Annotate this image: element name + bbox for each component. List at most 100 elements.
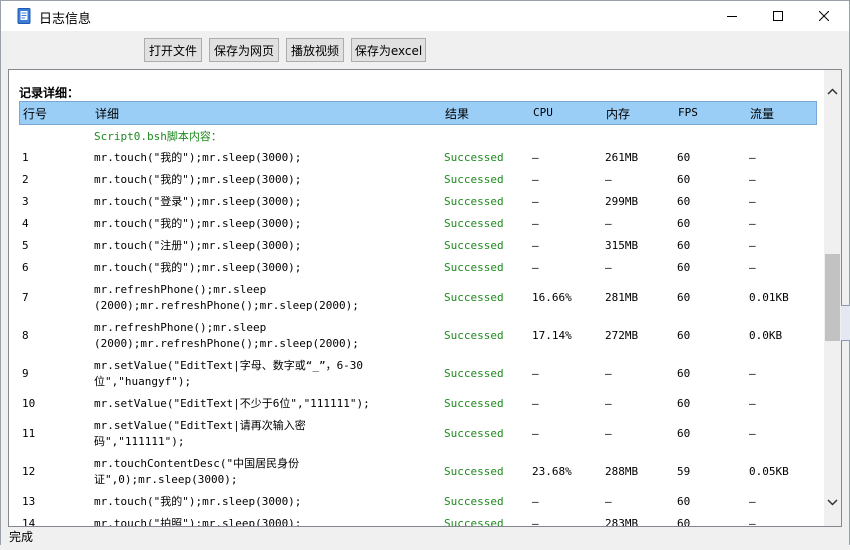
row-detail-line: 位","huangyf");	[94, 375, 192, 388]
row-traffic: –	[749, 261, 756, 274]
row-detail-line: mr.refreshPhone();mr.sleep	[94, 283, 267, 296]
table-row[interactable]: 5 mr.touch("注册");mr.sleep(3000); Successed…	[19, 235, 817, 257]
row-traffic: –	[749, 217, 756, 230]
row-detail-line: mr.touch("我的");mr.sleep(3000);	[94, 261, 302, 274]
row-memory: –	[605, 217, 612, 230]
vertical-scrollbar[interactable]	[824, 70, 841, 526]
row-number: 11	[22, 427, 36, 440]
header-result[interactable]: 结果	[445, 105, 469, 122]
row-cpu: 16.66%	[532, 291, 572, 304]
row-detail-line: mr.touch("登录");mr.sleep(3000);	[94, 195, 302, 208]
minimize-icon	[727, 16, 737, 17]
row-traffic: –	[749, 173, 756, 186]
row-cpu: –	[532, 195, 539, 208]
app-icon	[17, 8, 31, 24]
row-memory: 272MB	[605, 329, 639, 342]
row-detail-line: (2000);mr.refreshPhone();mr.sleep(2000);	[94, 337, 359, 350]
open-file-button[interactable]: 打开文件	[144, 38, 202, 62]
row-fps: 60	[677, 261, 691, 274]
row-detail: mr.refreshPhone();mr.sleep (2000);mr.refr…	[94, 320, 446, 352]
row-traffic: 0.01KB	[749, 291, 789, 304]
table-row[interactable]: 11 mr.setValue("EditText|请再次输入密 码","111111…	[19, 415, 817, 453]
row-detail: mr.refreshPhone();mr.sleep (2000);mr.refr…	[94, 282, 446, 314]
title-bar[interactable]: 日志信息	[1, 1, 849, 31]
row-detail-line: mr.touch("我的");mr.sleep(3000);	[94, 217, 302, 230]
row-detail: mr.touch("注册");mr.sleep(3000);	[94, 238, 446, 254]
table-row[interactable]: 6 mr.touch("我的");mr.sleep(3000); Successed…	[19, 257, 817, 279]
table-body: Script0.bsh脚本内容： 1 mr.touch("我的");mr.slee…	[19, 125, 817, 527]
play-video-button[interactable]: 播放视频	[286, 38, 344, 62]
row-detail-line: mr.touch("我的");mr.sleep(3000);	[94, 495, 302, 508]
row-fps: 60	[677, 217, 691, 230]
chevron-down-icon	[827, 498, 838, 506]
row-result: Successed	[444, 329, 504, 342]
header-fps[interactable]: FPS	[678, 106, 698, 119]
scroll-thumb[interactable]	[825, 254, 840, 341]
row-fps: 60	[677, 195, 691, 208]
scroll-up-button[interactable]	[824, 80, 841, 102]
table-row[interactable]: 4 mr.touch("我的");mr.sleep(3000); Successed…	[19, 213, 817, 235]
table-row[interactable]: 13 mr.touch("我的");mr.sleep(3000); Successe…	[19, 491, 817, 513]
table-row[interactable]: 9 mr.setValue("EditText|字母、数字或“_”，6-30 位",…	[19, 355, 817, 393]
row-number: 14	[22, 517, 36, 527]
row-memory: 281MB	[605, 291, 639, 304]
row-detail-line: 码","111111");	[94, 435, 185, 448]
row-result: Successed	[444, 427, 504, 440]
row-cpu: –	[532, 495, 539, 508]
row-detail: mr.touch("我的");mr.sleep(3000);	[94, 260, 446, 276]
header-cpu[interactable]: CPU	[533, 106, 553, 119]
row-detail: mr.touch("我的");mr.sleep(3000);	[94, 150, 446, 166]
row-number: 5	[22, 239, 29, 252]
row-number: 8	[22, 329, 29, 342]
row-detail: mr.setValue("EditText|不少于6位","111111");	[94, 396, 446, 412]
log-content-panel[interactable]: 记录详细： 行号 详细 结果 CPU 内存 FPS 流量 Script0.bsh…	[8, 69, 842, 527]
maximize-button[interactable]	[755, 1, 801, 31]
row-detail-line: mr.setValue("EditText|字母、数字或“_”，6-30	[94, 359, 364, 372]
table-row[interactable]: 1 mr.touch("我的");mr.sleep(3000); Successed…	[19, 147, 817, 169]
scroll-down-button[interactable]	[824, 491, 841, 513]
row-fps: 60	[677, 173, 691, 186]
row-result: Successed	[444, 173, 504, 186]
save-as-excel-button[interactable]: 保存为excel	[351, 38, 426, 62]
row-traffic: –	[749, 195, 756, 208]
row-cpu: –	[532, 397, 539, 410]
table-row[interactable]: 2 mr.touch("我的");mr.sleep(3000); Successed…	[19, 169, 817, 191]
section-label: 记录详细：	[19, 86, 80, 100]
row-memory: 283MB	[605, 517, 639, 527]
row-detail: mr.setValue("EditText|字母、数字或“_”，6-30 位","…	[94, 358, 446, 390]
row-detail-line: mr.touch("注册");mr.sleep(3000);	[94, 239, 302, 252]
row-detail-line: mr.touch("我的");mr.sleep(3000);	[94, 173, 302, 186]
row-fps: 60	[677, 291, 691, 304]
row-detail: mr.touch("登录");mr.sleep(3000);	[94, 194, 446, 210]
close-button[interactable]	[801, 1, 847, 31]
background-window-edge-right	[841, 305, 850, 341]
row-memory: –	[605, 427, 612, 440]
table-row[interactable]: 8 mr.refreshPhone();mr.sleep (2000);mr.ref…	[19, 317, 817, 355]
row-cpu: –	[532, 239, 539, 252]
row-traffic: –	[749, 495, 756, 508]
row-detail: mr.setValue("EditText|请再次输入密 码","111111")…	[94, 418, 446, 450]
minimize-button[interactable]	[709, 1, 755, 31]
script-title: Script0.bsh脚本内容：	[94, 130, 222, 143]
row-memory: 315MB	[605, 239, 639, 252]
table-row[interactable]: 3 mr.touch("登录");mr.sleep(3000); Successed…	[19, 191, 817, 213]
row-traffic: –	[749, 239, 756, 252]
window-title: 日志信息	[39, 12, 92, 27]
row-number: 2	[22, 173, 29, 186]
row-result: Successed	[444, 217, 504, 230]
row-traffic: 0.0KB	[749, 329, 783, 342]
table-row[interactable]: 10 mr.setValue("EditText|不少于6位","111111")…	[19, 393, 817, 415]
table-row[interactable]: 14 mr.touch("拍照");mr.sleep(3000); Successe…	[19, 513, 817, 527]
header-memory[interactable]: 内存	[606, 105, 630, 122]
header-traffic[interactable]: 流量	[750, 105, 774, 122]
row-result: Successed	[444, 195, 504, 208]
script-title-row[interactable]: Script0.bsh脚本内容：	[19, 125, 817, 147]
row-fps: 60	[677, 329, 691, 342]
header-detail[interactable]: 详细	[95, 105, 119, 122]
table-row[interactable]: 7 mr.refreshPhone();mr.sleep (2000);mr.ref…	[19, 279, 817, 317]
header-row-number[interactable]: 行号	[23, 105, 47, 122]
row-memory: –	[605, 397, 612, 410]
save-as-webpage-button[interactable]: 保存为网页	[209, 38, 279, 62]
row-result: Successed	[444, 397, 504, 410]
table-row[interactable]: 12 mr.touchContentDesc("中国居民身份 证",0);mr.sl…	[19, 453, 817, 491]
